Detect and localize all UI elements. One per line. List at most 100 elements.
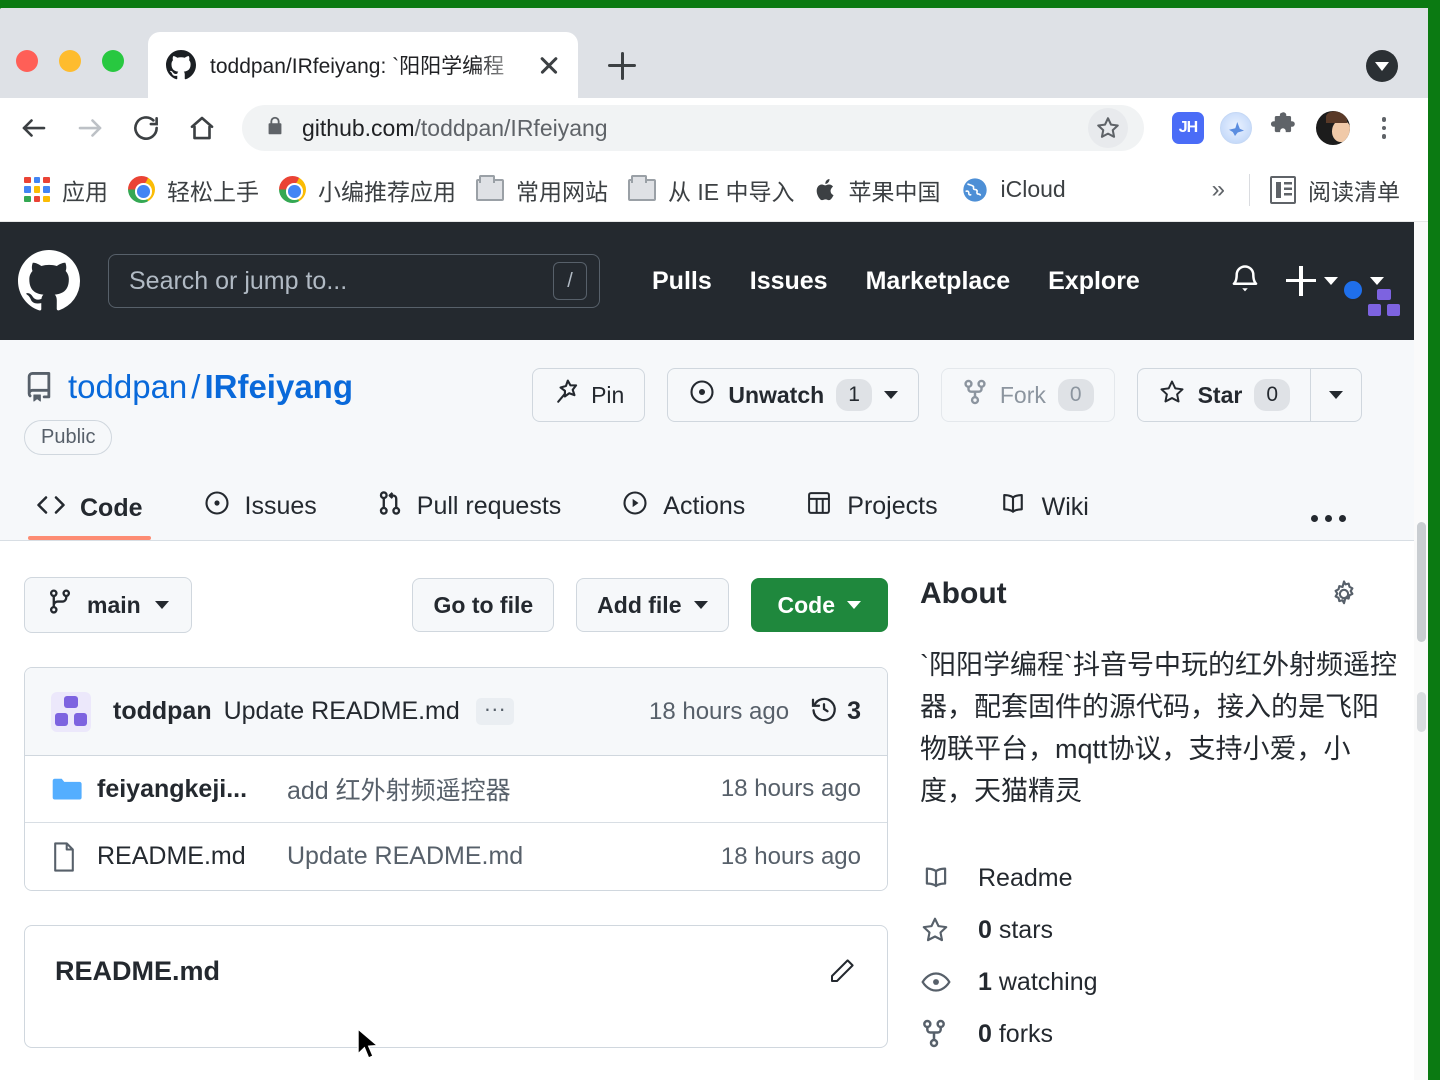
nav-item-pulls[interactable]: Pulls xyxy=(652,267,712,296)
issue-opened-icon xyxy=(203,489,231,524)
about-heading: About xyxy=(920,577,1007,610)
tab-actions[interactable]: Actions xyxy=(613,489,753,540)
bell-icon[interactable] xyxy=(1228,263,1262,299)
ellipsis-icon[interactable] xyxy=(1311,515,1404,540)
tab-label: Wiki xyxy=(1041,493,1089,521)
scrollbar-thumb-secondary[interactable] xyxy=(1417,692,1426,732)
fork-icon xyxy=(962,378,988,412)
about-item-label: forks xyxy=(998,1019,1054,1048)
globe-extension-icon[interactable] xyxy=(1220,112,1252,144)
reload-icon[interactable] xyxy=(120,102,172,154)
about-item-label: stars xyxy=(998,915,1054,944)
pencil-icon[interactable] xyxy=(827,956,857,986)
bookmark-item[interactable]: 小编推荐应用 xyxy=(269,169,466,211)
plus-icon xyxy=(1286,266,1316,296)
jh-extension-icon[interactable]: JH xyxy=(1172,112,1204,144)
address-bar[interactable]: github.com/toddpan/IRfeiyang xyxy=(242,105,1144,151)
tab-label: Projects xyxy=(847,492,938,520)
repo-name-link[interactable]: IRfeiyang xyxy=(204,368,353,405)
pin-button[interactable]: Pin xyxy=(532,368,646,422)
file-commit-message[interactable]: Update README.md xyxy=(287,842,523,871)
commit-message[interactable]: Update README.md xyxy=(224,697,460,726)
commit-author[interactable]: toddpan xyxy=(113,697,212,726)
star-icon[interactable] xyxy=(1088,108,1128,148)
bookmarks-bar: 应用 轻松上手 小编推荐应用 常用网站 从 IE 中导入 苹果中国 iCloud… xyxy=(0,158,1428,222)
file-commit-message[interactable]: add 红外射频遥控器 xyxy=(287,771,511,807)
go-to-file-button[interactable]: Go to file xyxy=(412,578,555,632)
repository-actions: Pin Unwatch 1 Fork 0 Star 0 xyxy=(532,368,1404,422)
gear-icon[interactable] xyxy=(1328,578,1360,610)
browser-tab-strip: toddpan/IRfeiyang: `阳阳学编程 xyxy=(0,8,1428,98)
code-icon xyxy=(36,493,66,524)
puzzle-extensions-icon[interactable] xyxy=(1268,110,1300,147)
home-icon[interactable] xyxy=(176,102,228,154)
readme-title: README.md xyxy=(55,956,221,986)
star-button-group: Star 0 xyxy=(1136,368,1362,422)
reading-list-button[interactable]: 阅读清单 xyxy=(1260,169,1410,211)
code-button[interactable]: Code xyxy=(750,578,888,632)
arrow-right-icon[interactable] xyxy=(64,102,116,154)
close-window-button[interactable] xyxy=(16,50,38,72)
fork-button[interactable]: Fork 0 xyxy=(940,368,1115,422)
about-stars-link[interactable]: 0 stars xyxy=(920,904,1404,956)
file-name[interactable]: feiyangkeji... xyxy=(97,775,287,804)
bookmark-apps[interactable]: 应用 xyxy=(14,169,118,211)
table-row[interactable]: feiyangkeji... add 红外射频遥控器 18 hours ago xyxy=(25,756,887,823)
repo-book-icon xyxy=(24,370,54,404)
chevron-down-icon xyxy=(1370,277,1384,285)
maximize-window-button[interactable] xyxy=(102,50,124,72)
about-sidebar: About `阳阳学编程`抖音号中玩的红外射频遥控器，配套固件的源代码，接入的是… xyxy=(888,577,1404,1060)
account-menu-button[interactable] xyxy=(1342,277,1400,316)
kebab-menu-icon[interactable] xyxy=(1366,110,1402,146)
about-forks-link[interactable]: 0 forks xyxy=(920,1008,1404,1060)
commit-history-link[interactable]: 3 xyxy=(809,694,861,729)
tab-projects[interactable]: Projects xyxy=(797,489,945,540)
branch-selector[interactable]: main xyxy=(24,577,192,633)
file-timestamp: 18 hours ago xyxy=(720,842,861,870)
table-icon xyxy=(805,489,833,524)
globe-icon xyxy=(961,176,989,204)
minimize-window-button[interactable] xyxy=(59,50,81,72)
github-mark-icon[interactable] xyxy=(18,250,80,312)
ellipsis-icon[interactable]: ··· xyxy=(475,697,514,726)
tab-wiki[interactable]: Wiki xyxy=(990,491,1097,540)
file-list: toddpan Update README.md ··· 18 hours ag… xyxy=(24,667,888,891)
new-tab-button[interactable] xyxy=(600,50,644,80)
tab-code[interactable]: Code xyxy=(28,493,151,540)
file-name[interactable]: README.md xyxy=(97,842,287,871)
create-new-button[interactable] xyxy=(1286,266,1338,296)
bookmark-item[interactable]: 轻松上手 xyxy=(118,169,269,211)
about-readme-link[interactable]: Readme xyxy=(920,852,1404,904)
tab-issues[interactable]: Issues xyxy=(195,489,325,540)
page-body: main Go to file Add file Code toddpan Up… xyxy=(0,541,1428,1060)
search-input[interactable]: Search or jump to... / xyxy=(108,254,600,308)
nav-item-issues[interactable]: Issues xyxy=(750,267,828,296)
about-item-label: Readme xyxy=(978,863,1073,892)
browser-tab[interactable]: toddpan/IRfeiyang: `阳阳学编程 xyxy=(148,32,578,98)
repo-owner-link[interactable]: toddpan xyxy=(68,368,187,405)
fork-icon xyxy=(920,1019,952,1049)
page-content: Search or jump to... / Pulls Issues Mark… xyxy=(0,222,1428,1080)
nav-item-marketplace[interactable]: Marketplace xyxy=(866,267,1011,296)
bookmarks-overflow-button[interactable]: » xyxy=(1198,176,1239,204)
star-button[interactable]: Star 0 xyxy=(1136,368,1310,422)
chevron-down-icon xyxy=(883,391,898,399)
arrow-left-icon[interactable] xyxy=(8,102,60,154)
profile-avatar[interactable] xyxy=(1316,111,1350,145)
unwatch-button[interactable]: Unwatch 1 xyxy=(667,368,919,422)
add-file-button[interactable]: Add file xyxy=(576,578,729,632)
bookmark-item[interactable]: iCloud xyxy=(951,172,1076,208)
bookmark-item[interactable]: 苹果中国 xyxy=(805,169,951,211)
tab-pull-requests[interactable]: Pull requests xyxy=(369,489,570,540)
bookmark-label: 轻松上手 xyxy=(167,178,259,205)
close-icon[interactable] xyxy=(534,50,564,80)
nav-item-explore[interactable]: Explore xyxy=(1048,267,1140,296)
bookmark-folder[interactable]: 常用网站 xyxy=(466,169,618,211)
bookmark-folder[interactable]: 从 IE 中导入 xyxy=(618,169,805,211)
about-watching-link[interactable]: 1 watching xyxy=(920,956,1404,1008)
page-scrollbar[interactable] xyxy=(1414,222,1428,1080)
chevron-down-circle-icon[interactable] xyxy=(1366,50,1398,82)
star-dropdown-button[interactable] xyxy=(1310,368,1362,422)
scrollbar-thumb[interactable] xyxy=(1417,522,1426,642)
table-row[interactable]: README.md Update README.md 18 hours ago xyxy=(25,823,887,890)
